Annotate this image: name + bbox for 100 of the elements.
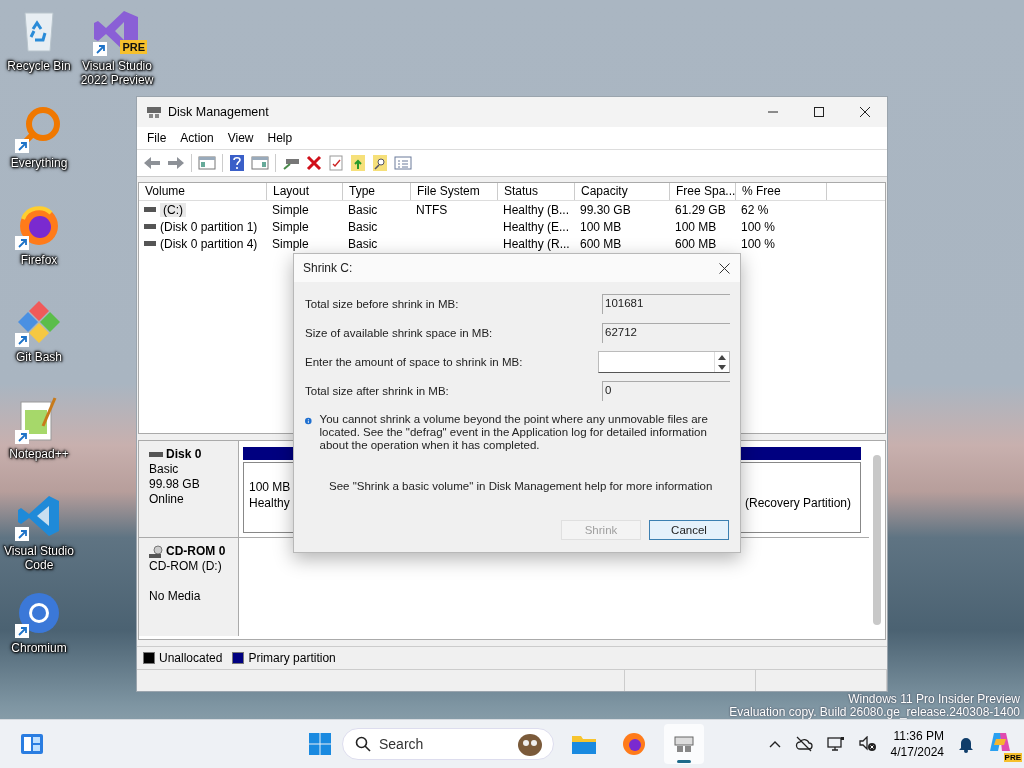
table-cell: Simple [272,236,309,251]
help-icon[interactable] [229,154,245,172]
search-input[interactable]: Search [377,735,509,753]
maximize-icon[interactable] [813,106,825,118]
table-cell: (C:) [160,202,186,217]
menu-item[interactable]: Help [261,129,299,147]
action-pane-icon[interactable] [251,155,269,171]
widgets-icon[interactable] [20,733,44,755]
search-bar[interactable]: Search [342,728,554,760]
chevron-up-icon[interactable] [768,740,781,748]
legend-label: Unallocated [159,651,223,665]
disk-detail: Basic [149,462,180,477]
column-header[interactable]: Free Spa... [670,183,736,200]
column-header[interactable]: Volume [139,183,267,200]
disk-detail: CD-ROM (D:) [149,559,223,574]
table-cell: 600 MB [580,236,622,251]
readonly-field: 101681 [602,294,730,314]
drive-icon [144,206,156,213]
table-cell: (Disk 0 partition 1) [160,219,258,234]
table-cell: Healthy (E... [503,219,570,234]
desktop-shortcut[interactable]: Chromium [0,586,78,683]
cloud-off-icon[interactable] [794,736,813,752]
drive-icon [144,223,156,230]
shortcut-label: Recycle Bin [6,59,72,73]
start-icon[interactable] [308,732,332,756]
partition-text: 100 MB [249,479,291,495]
info-message: You cannot shrink a volume beyond the point where any unmovable files are located. See the "defrag" event in the Application log for detailed information about the operation when it has completed. [319,413,709,452]
column-header[interactable]: Status [498,183,575,200]
disk-detail: 99.98 GB [149,477,201,492]
table-cell: NTFS [416,202,448,217]
clock-date[interactable]: 4/17/2024 [890,744,944,760]
window-title: Disk Management [168,105,269,119]
speaker-muted-icon[interactable] [858,736,877,752]
spin-up-icon[interactable] [718,354,726,360]
readonly-field: 0 [602,381,730,401]
dialog-button[interactable]: Cancel [649,520,729,540]
checklist-icon[interactable] [328,155,344,171]
menu-item[interactable]: File [141,129,173,147]
table-cell: Simple [272,202,309,217]
drive-icon [673,734,695,754]
table-cell: Basic [348,219,378,234]
shrink-amount-field[interactable] [598,351,730,373]
field-label: Total size after shrink in MB: [305,385,449,397]
drive-icon [144,240,156,247]
console-tree-icon[interactable] [198,155,216,171]
folder-search-icon[interactable] [372,154,388,172]
column-header[interactable]: Capacity [575,183,670,200]
copilot-logo-icon[interactable] [988,731,1012,753]
close-icon[interactable] [859,106,871,118]
shortcut-label: Firefox [19,253,59,267]
field-label: Enter the amount of space to shrink in MB: [305,356,523,368]
disk-status: No Media [149,589,202,604]
diamond-tiles-icon [16,299,62,345]
table-cell: 61.29 GB [675,202,726,217]
table-cell: 100 MB [580,219,622,234]
clock-time[interactable]: 11:36 PM [893,728,944,744]
desktop-shortcut[interactable]: Visual Studio Code [0,489,78,586]
ring-browser-icon [17,591,61,635]
legend-label: Primary partition [248,651,336,665]
menu-item[interactable]: View [221,129,260,147]
taskbar-app[interactable] [664,724,704,764]
spin-down-icon[interactable] [718,364,726,370]
preview-badge: PRE [120,40,147,54]
back-arrow-icon[interactable] [143,155,161,171]
shortcut-label: Visual Studio 2022 Preview [79,59,155,87]
delete-icon[interactable] [306,155,322,171]
column-header[interactable]: Layout [267,183,343,200]
partition-text: (Recovery Partition) [745,495,852,511]
shortcut-label: Everything [9,156,69,170]
scrollbar[interactable] [873,455,881,625]
field-label: Size of available shrink space in MB: [305,327,493,339]
desktop-shortcut[interactable]: PRE Visual Studio 2022 Preview [78,4,156,101]
folder-up-icon[interactable] [350,154,366,172]
menu-item[interactable]: Action [174,129,220,147]
notification-bell-icon[interactable] [958,735,974,753]
column-header[interactable]: % Free [736,183,827,200]
disk-detail: Online [149,492,185,507]
table-cell: Basic [348,202,378,217]
drive-icon [146,105,162,119]
watermark-text: Evaluation copy. Build 26080.ge_release.240308-1400 [729,706,1020,719]
table-cell: 600 MB [675,236,717,251]
close-icon[interactable] [719,262,730,274]
column-header[interactable]: File System [411,183,498,200]
column-header[interactable]: Type [343,183,411,200]
cd-drive-icon [149,544,163,559]
preview-badge: PRE [1003,753,1022,762]
forward-arrow-icon[interactable] [167,155,185,171]
table-cell: 100 % [741,219,776,234]
shortcut-label: Chromium [10,641,68,655]
shortcut-label: Notepad++ [8,447,70,461]
table-cell: 100 % [741,236,776,251]
table-cell: 62 % [741,202,769,217]
drive-icon [149,450,163,459]
network-monitor-icon[interactable] [826,736,845,752]
table-cell: (Disk 0 partition 4) [160,236,258,251]
fox-globe-icon [17,203,61,247]
field-label: Total size before shrink in MB: [305,298,459,310]
dialog-title: Shrink C: [303,261,353,275]
table-cell: 100 MB [675,219,717,234]
fox-globe-icon [622,732,646,756]
